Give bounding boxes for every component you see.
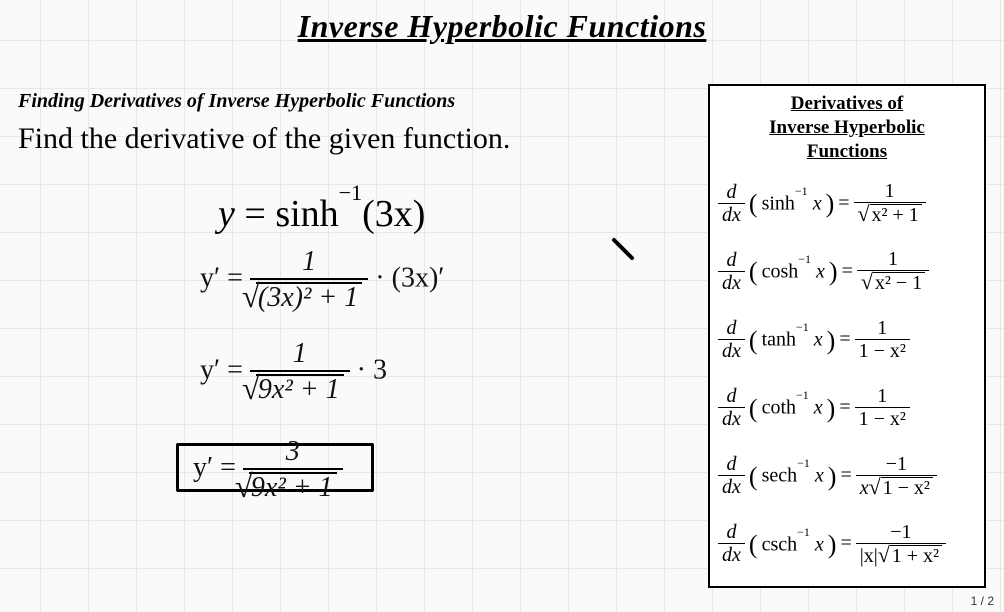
equation-fn: sinh (275, 193, 338, 235)
page-title: Inverse Hyperbolic Functions (0, 8, 1004, 45)
equation-exp: −1 (339, 180, 362, 205)
section-subtitle: Finding Derivatives of Inverse Hyperboli… (18, 90, 455, 113)
formula-row-tanh: ddx (tanh−1 x) = 1 1 − x² (718, 306, 976, 374)
formula-row-cosh: ddx (cosh−1 x) = 1 x² − 1 (718, 237, 976, 305)
given-equation: y = sinh−1(3x) (218, 192, 425, 236)
work-line-2: y′ = 1 9x² + 1 · 3 (200, 340, 387, 404)
formula-row-coth: ddx (coth−1 x) = 1 1 − x² (718, 374, 976, 442)
problem-prompt: Find the derivative of the given functio… (18, 122, 510, 156)
equation-arg: 3x (375, 193, 413, 235)
work-line-1: y′ = 1 (3x)² + 1 · (3x)′ (200, 248, 444, 312)
formula-row-csch: ddx (csch−1 x) = −1 |x|1 + x² (718, 510, 976, 578)
work-line-3-final: y′ = 3 9x² + 1 (176, 438, 374, 502)
panel-title: Derivatives of Inverse Hyperbolic Functi… (718, 92, 976, 163)
page-indicator: 1 / 2 (971, 594, 994, 608)
formula-row-sinh: ddx (sinh−1 x) = 1 x² + 1 (718, 169, 976, 237)
reference-panel: Derivatives of Inverse Hyperbolic Functi… (708, 84, 986, 588)
formula-row-sech: ddx (sech−1 x) = −1 x1 − x² (718, 442, 976, 510)
equation-lhs: y (218, 193, 235, 235)
